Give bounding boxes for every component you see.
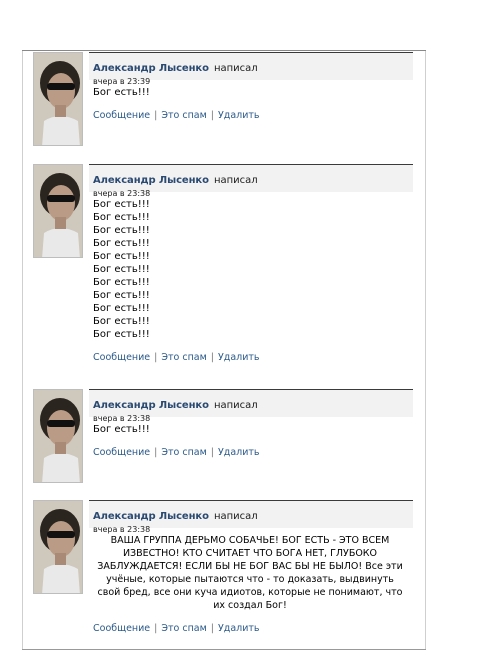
avatar[interactable] (33, 52, 83, 146)
delete-link[interactable]: Удалить (218, 352, 260, 363)
separator: | (154, 447, 158, 458)
right-border (425, 51, 426, 649)
post-action: написал (213, 175, 258, 186)
post-text-line: Бог есть!!! (93, 424, 150, 435)
delete-link[interactable]: Удалить (218, 447, 260, 458)
post-text-line: Бог есть!!! (93, 277, 150, 288)
author-link[interactable]: Александр Лысенко (93, 511, 209, 522)
delete-link[interactable]: Удалить (218, 110, 260, 121)
delete-link[interactable]: Удалить (218, 623, 260, 634)
separator: | (154, 352, 158, 363)
post-text-line: Бог есть!!! (93, 238, 150, 249)
avatar-image (34, 165, 82, 257)
post-actions: Сообщение | Это спам | Удалить (89, 447, 413, 458)
post-text-line: Бог есть!!! (93, 251, 150, 262)
separator: | (154, 110, 158, 121)
separator: | (210, 623, 214, 634)
post-text-line: учёные, которые пытаются что - то доказа… (106, 574, 394, 585)
left-border (22, 51, 23, 649)
post-text-line: Бог есть!!! (93, 87, 150, 98)
post-header: Александр Лысенко написал вчера в 23:38 (89, 389, 413, 423)
post-text: ВАША ГРУППА ДЕРЬМО СОБАЧЬЕ! БОГ ЕСТЬ - Э… (89, 528, 413, 623)
author-link[interactable]: Александр Лысенко (93, 400, 209, 411)
avatar-image (34, 390, 82, 482)
separator: | (210, 110, 214, 121)
spam-link[interactable]: Это спам (161, 110, 206, 121)
post-text-line: их создал Бог! (213, 600, 287, 611)
post-actions: Сообщение | Это спам | Удалить (89, 110, 413, 121)
avatar-image (34, 501, 82, 593)
separator: | (210, 447, 214, 458)
post-text-line: Бог есть!!! (93, 303, 150, 314)
separator: | (154, 623, 158, 634)
message-link[interactable]: Сообщение (93, 352, 150, 363)
post-text: Бог есть!!! Бог есть!!! Бог есть!!! Бог … (89, 192, 413, 352)
post-action: написал (213, 63, 258, 74)
post-text-line: Бог есть!!! (93, 199, 150, 210)
post-actions: Сообщение | Это спам | Удалить (89, 352, 413, 363)
avatar[interactable] (33, 389, 83, 483)
spam-link[interactable]: Это спам (161, 623, 206, 634)
avatar-image (34, 53, 82, 145)
post-text-line: Бог есть!!! (93, 212, 150, 223)
message-link[interactable]: Сообщение (93, 623, 150, 634)
post-action: написал (213, 400, 258, 411)
top-rule (22, 50, 426, 51)
message-link[interactable]: Сообщение (93, 447, 150, 458)
post-text-line: Бог есть!!! (93, 316, 150, 327)
post-text-line: Бог есть!!! (93, 225, 150, 236)
avatar[interactable] (33, 500, 83, 594)
post-text-line: свой бред, все они куча идиотов, которые… (97, 587, 403, 598)
post-text-line: ВАША ГРУППА ДЕРЬМО СОБАЧЬЕ! БОГ ЕСТЬ - Э… (110, 535, 390, 546)
separator: | (210, 352, 214, 363)
post-text-line: ИЗВЕСТНО! КТО СЧИТАЕТ ЧТО БОГА НЕТ, ГЛУБ… (122, 548, 378, 559)
post-header: Александр Лысенко написал вчера в 23:38 (89, 164, 413, 198)
post-text-line: ЗАБЛУЖДАЕТСЯ! ЕСЛИ БЫ НЕ БОГ ВАС БЫ НЕ Б… (97, 561, 403, 572)
spam-link[interactable]: Это спам (161, 352, 206, 363)
author-link[interactable]: Александр Лысенко (93, 63, 209, 74)
message-link[interactable]: Сообщение (93, 110, 150, 121)
author-link[interactable]: Александр Лысенко (93, 175, 209, 186)
post-header: Александр Лысенко написал вчера в 23:38 (89, 500, 413, 534)
post-header: Александр Лысенко написал вчера в 23:39 (89, 52, 413, 86)
post-actions: Сообщение | Это спам | Удалить (89, 623, 413, 634)
post-text-line: Бог есть!!! (93, 329, 150, 340)
post-action: написал (213, 511, 258, 522)
post-text-line: Бог есть!!! (93, 264, 150, 275)
spam-link[interactable]: Это спам (161, 447, 206, 458)
post-text-line: Бог есть!!! (93, 290, 150, 301)
avatar[interactable] (33, 164, 83, 258)
bottom-rule (22, 649, 426, 650)
